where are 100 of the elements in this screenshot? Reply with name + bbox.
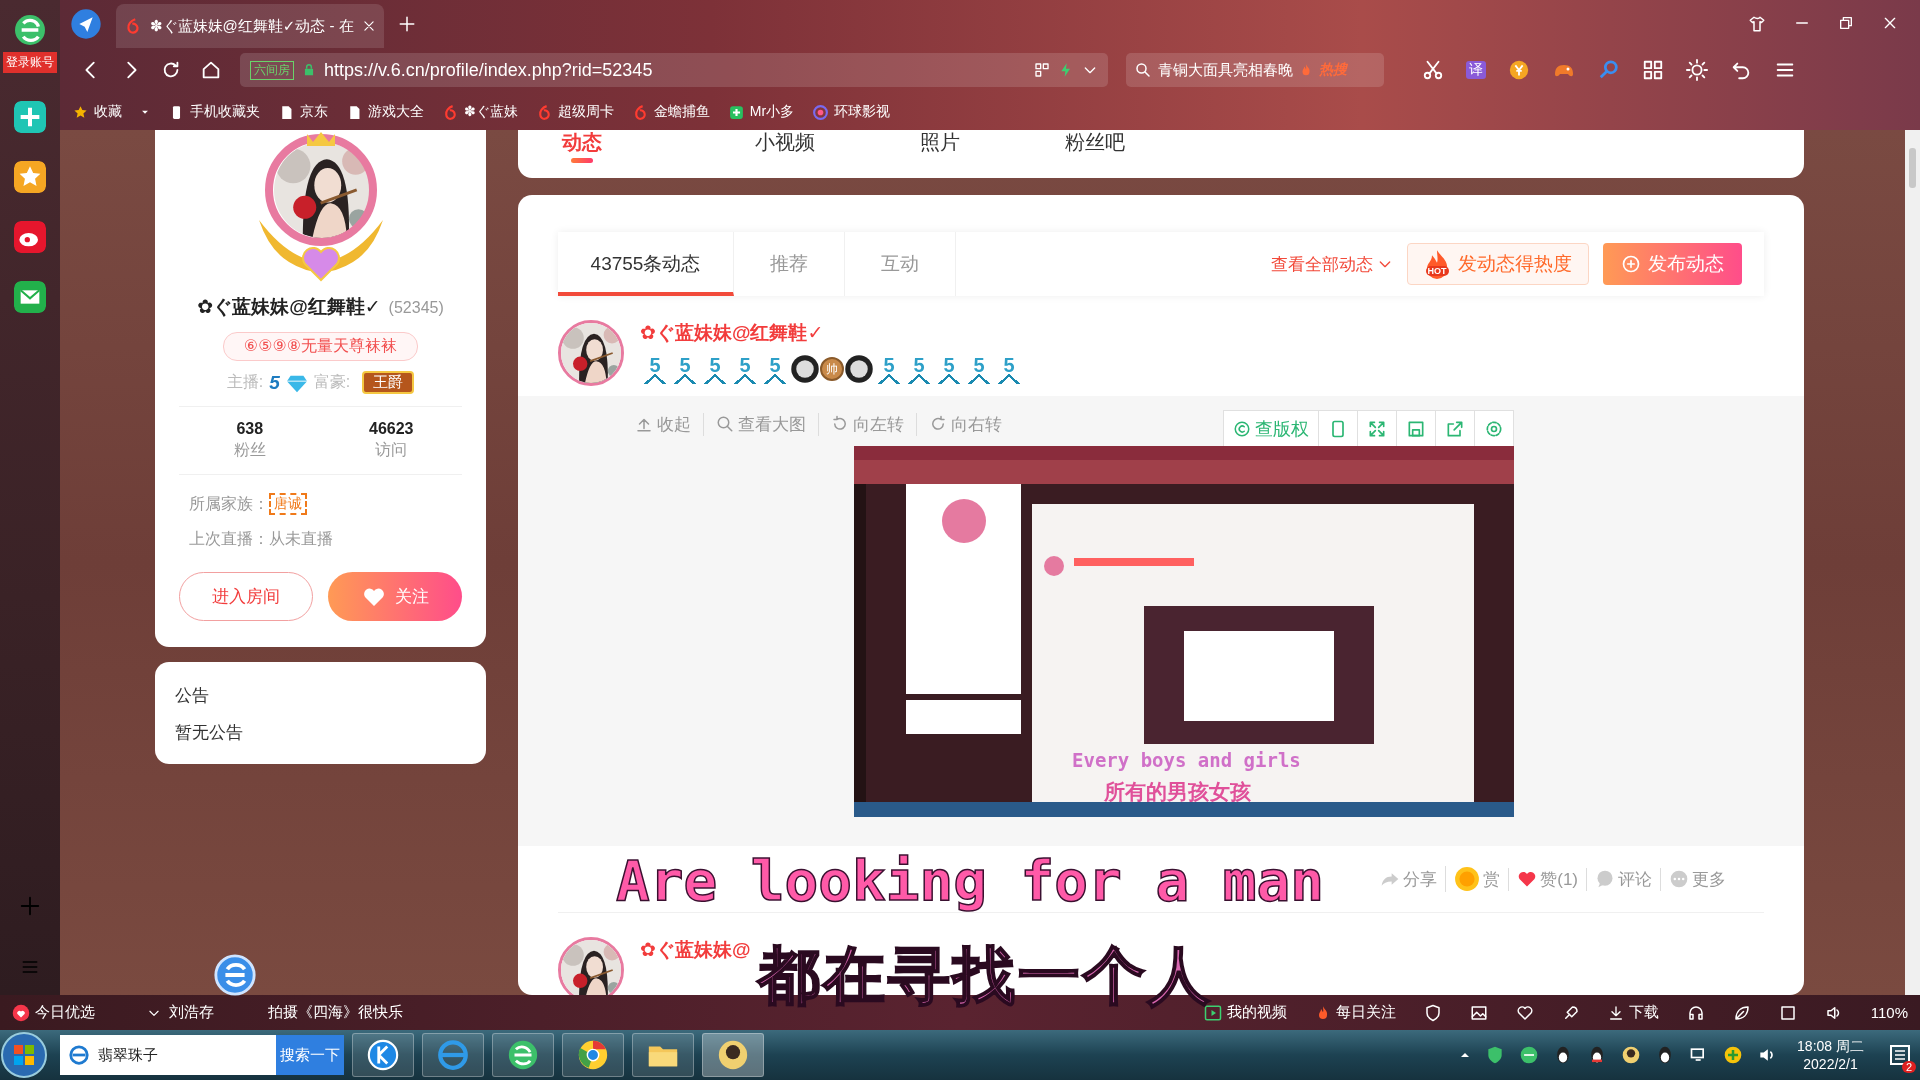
download-icon [1607,1004,1624,1021]
nav-tab[interactable]: 小视频 [707,130,862,154]
brightness-icon[interactable] [1686,59,1708,81]
navigation-icon[interactable] [70,8,102,40]
search-button[interactable]: 搜索一下 [276,1035,344,1075]
leaf-icon[interactable] [1732,1003,1751,1022]
new-tab-icon[interactable] [397,15,416,33]
site-badge: 六间房 [250,60,294,80]
scissors-icon[interactable] [1422,59,1444,81]
app-icon [727,103,745,121]
news-headline[interactable]: 拍摄《四海》很快乐 [268,1003,403,1022]
browser-tab[interactable]: ✽ぐ蓝妹妹@红舞鞋✓动态 - 在 [116,4,384,48]
settings-icon[interactable] [1484,419,1504,439]
rich-label: 富豪: [313,372,351,392]
close-icon[interactable] [1882,15,1898,31]
stat-value: 46623 [369,420,414,438]
copyright-icon [1233,420,1251,438]
bookmark[interactable]: 京东 [278,103,328,121]
hot-search-tag: 热搜 [1319,61,1347,79]
user-id: (52345) [388,299,444,317]
search-field[interactable]: 青铜大面具亮相春晚 热搜 [1126,53,1384,87]
shirt-icon[interactable] [1748,15,1766,33]
scroll-thumb[interactable] [1909,148,1916,188]
home-icon[interactable] [200,59,222,81]
nav-tab[interactable]: 粉丝吧 [1017,130,1172,154]
login-label[interactable]: 登录账号 [3,52,57,73]
plus-badge-icon[interactable] [1723,1045,1744,1065]
rotate-left-icon [831,415,849,433]
view-all-dropdown[interactable]: 查看全部动态 [1271,252,1393,276]
video-caption: 所有的男孩女孩 [1104,779,1251,805]
save-icon[interactable] [1406,419,1426,439]
plus-circle-icon [1621,254,1641,274]
news-headline[interactable]: 刘浩存 [169,1003,214,1022]
window-icon[interactable] [1778,1003,1797,1022]
bookmark[interactable]: ✽ぐ蓝妹 [442,103,518,121]
url-text: https://v.6.cn/profile/index.php?rid=52345 [324,59,654,81]
tab-title: ✽ぐ蓝妹妹@红舞鞋✓动态 - 在 [150,16,354,36]
download-link[interactable]: 下载 [1607,1003,1659,1022]
bookmark[interactable]: 游戏大全 [346,103,424,121]
rank-badge: 王爵 [362,371,415,394]
headset-icon[interactable] [1686,1003,1705,1022]
qr-code-icon[interactable] [1034,62,1050,78]
mail-icon[interactable] [14,281,46,313]
weibo-icon[interactable] [14,221,46,253]
notice-text: 暂无公告 [175,722,244,744]
browser-icon[interactable] [506,1038,540,1072]
zoom-level[interactable]: 110% [1870,1004,1908,1021]
grid-icon[interactable] [1642,59,1664,81]
daily-follow-link[interactable]: 每日关注 [1314,1003,1396,1022]
site-icon [124,17,142,35]
notification-count: 2 [1901,1061,1916,1073]
start-button[interactable] [0,1031,48,1079]
nav-tab[interactable]: 动态 [552,130,612,163]
floating-browser-icon[interactable] [212,952,258,998]
coin-badge: 帅 [820,357,844,381]
bookmark[interactable]: Mr小多 [727,103,795,121]
hot-post-button[interactable]: HOT 发动态得热度 [1407,243,1589,285]
restore-icon[interactable] [1838,15,1854,31]
reward-icon [1454,866,1481,892]
coin-icon[interactable] [1508,59,1530,81]
address-field[interactable]: 六间房 https://v.6.cn/profile/index.php?rid=52345 [240,53,1108,87]
shield-icon[interactable] [1423,1003,1442,1022]
share-icon[interactable] [1445,419,1465,439]
search-text: 青铜大面具亮相春晚 [1158,60,1293,80]
today-picks-link[interactable]: 今日优选 [12,1003,95,1022]
fullscreen-icon[interactable] [1367,419,1387,439]
image-icon[interactable] [1469,1003,1488,1022]
close-icon[interactable] [361,19,376,33]
browser-icon[interactable] [576,1038,610,1072]
browser-icon [68,1044,90,1066]
more-icon [1669,869,1689,889]
nav-tab[interactable]: 照片 [862,130,1017,154]
notice-title: 公告 [175,685,210,707]
translate-button[interactable]: 译 [1466,61,1486,79]
bookmark[interactable]: 金蟾捕鱼 [631,103,710,121]
author-name[interactable]: ✿ぐ蓝妹妹@ [640,937,751,963]
search-field[interactable]: 翡翠珠子 [60,1035,276,1075]
last-live-text: 上次直播：从未直播 [189,529,334,549]
sync-icon[interactable] [14,101,46,133]
author-name[interactable]: ✿ぐ蓝妹妹@红舞鞋✓ [640,320,1024,346]
browser-icon[interactable] [1519,1045,1540,1065]
heart-icon [1517,869,1538,889]
clock-time[interactable]: 18:08 周二 [1797,1037,1864,1055]
search-icon [1134,61,1152,79]
enter-room-button[interactable]: 进入房间 [179,572,313,621]
clock-date[interactable]: 2022/2/1 [1803,1055,1858,1073]
heartbeat-icon[interactable] [1515,1003,1534,1022]
bookmark[interactable]: 超级周卡 [535,103,614,121]
stat-label: 粉丝 [233,440,266,460]
site-icon [442,103,459,121]
user-name: ✿ぐ蓝妹妹@红舞鞋✓ [197,295,381,319]
comment-icon [1595,869,1615,889]
bookmark[interactable]: 手机收藏夹 [168,103,260,121]
video-caption: Every boys and girls [1072,749,1301,771]
search-icon [716,415,734,433]
bookmark[interactable]: 收藏 [72,103,122,121]
app-icon[interactable] [366,1038,400,1072]
bookmark[interactable]: 环球影视 [812,103,891,121]
lock-icon [302,63,316,77]
feed-tab[interactable]: 43755条动态 [558,232,734,296]
